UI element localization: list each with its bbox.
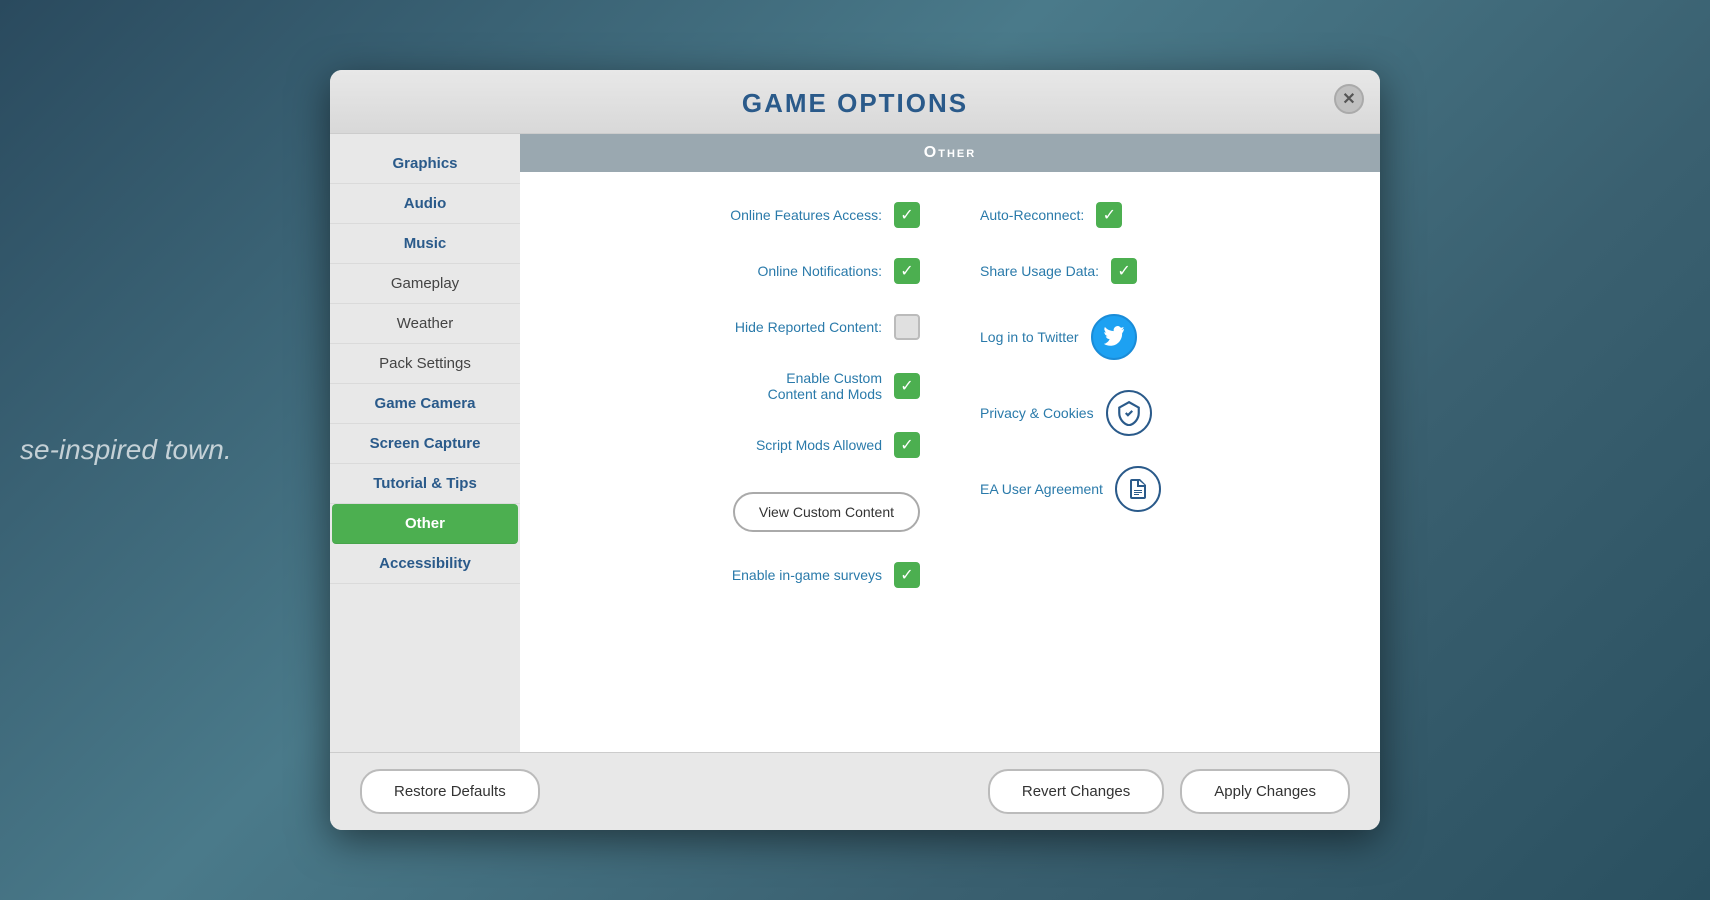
auto-reconnect-checkbox[interactable]: ✓ — [1096, 202, 1122, 228]
online-notifications-label: Online Notifications: — [757, 263, 882, 279]
online-features-row: Online Features Access: ✓ — [730, 202, 920, 228]
game-options-modal: Game Options ✕ Graphics Audio Music Game… — [330, 70, 1380, 830]
close-button[interactable]: ✕ — [1334, 84, 1364, 114]
auto-reconnect-row: Auto-Reconnect: ✓ — [980, 202, 1122, 228]
enable-custom-content-row: Enable CustomContent and Mods ✓ — [768, 370, 920, 402]
ea-user-agreement-button[interactable] — [1115, 466, 1161, 512]
log-twitter-button[interactable] — [1091, 314, 1137, 360]
online-notifications-row: Online Notifications: ✓ — [757, 258, 920, 284]
privacy-cookies-row: Privacy & Cookies — [980, 390, 1152, 436]
sidebar-item-tutorial-tips[interactable]: Tutorial & Tips — [330, 464, 520, 504]
hide-reported-checkbox[interactable] — [894, 314, 920, 340]
sidebar-item-accessibility[interactable]: Accessibility — [330, 544, 520, 584]
share-usage-checkbox[interactable]: ✓ — [1111, 258, 1137, 284]
content-area: Other Online Features Access: ✓ Online N… — [520, 134, 1380, 752]
enable-custom-content-label: Enable CustomContent and Mods — [768, 370, 882, 402]
enable-surveys-row: Enable in-game surveys ✓ — [732, 562, 920, 588]
sidebar-item-screen-capture[interactable]: Screen Capture — [330, 424, 520, 464]
auto-reconnect-label: Auto-Reconnect: — [980, 207, 1084, 223]
sidebar-item-game-camera[interactable]: Game Camera — [330, 384, 520, 424]
enable-custom-content-checkbox[interactable]: ✓ — [894, 373, 920, 399]
revert-changes-button[interactable]: Revert Changes — [988, 769, 1164, 814]
enable-surveys-checkbox[interactable]: ✓ — [894, 562, 920, 588]
right-column: Auto-Reconnect: ✓ Share Usage Data: ✓ Lo… — [960, 202, 1360, 722]
sidebar-item-graphics[interactable]: Graphics — [330, 144, 520, 184]
privacy-cookies-button[interactable] — [1106, 390, 1152, 436]
sidebar-item-other[interactable]: Other — [332, 504, 518, 544]
script-mods-row: Script Mods Allowed ✓ — [756, 432, 920, 458]
online-features-label: Online Features Access: — [730, 207, 882, 223]
content-body: Online Features Access: ✓ Online Notific… — [520, 172, 1380, 752]
log-twitter-label: Log in to Twitter — [980, 329, 1079, 345]
restore-defaults-button[interactable]: Restore Defaults — [360, 769, 540, 814]
footer-right-buttons: Revert Changes Apply Changes — [988, 769, 1350, 814]
sidebar-item-pack-settings[interactable]: Pack Settings — [330, 344, 520, 384]
view-custom-content-button[interactable]: View Custom Content — [733, 492, 920, 532]
enable-surveys-label: Enable in-game surveys — [732, 567, 882, 583]
share-usage-label: Share Usage Data: — [980, 263, 1099, 279]
content-header-title: Other — [924, 144, 976, 161]
modal-header: Game Options ✕ — [330, 70, 1380, 134]
sidebar-item-weather[interactable]: Weather — [330, 304, 520, 344]
share-usage-row: Share Usage Data: ✓ — [980, 258, 1137, 284]
hide-reported-label: Hide Reported Content: — [735, 319, 882, 335]
ea-user-agreement-label: EA User Agreement — [980, 481, 1103, 497]
shield-check-icon — [1116, 400, 1142, 426]
log-twitter-row: Log in to Twitter — [980, 314, 1137, 360]
online-features-checkbox[interactable]: ✓ — [894, 202, 920, 228]
hide-reported-row: Hide Reported Content: — [735, 314, 920, 340]
online-notifications-checkbox[interactable]: ✓ — [894, 258, 920, 284]
modal-footer: Restore Defaults Revert Changes Apply Ch… — [330, 752, 1380, 830]
document-icon — [1126, 477, 1150, 501]
sidebar-item-gameplay[interactable]: Gameplay — [330, 264, 520, 304]
content-header: Other — [520, 134, 1380, 172]
script-mods-checkbox[interactable]: ✓ — [894, 432, 920, 458]
modal-body: Graphics Audio Music Gameplay Weather Pa… — [330, 134, 1380, 752]
privacy-cookies-label: Privacy & Cookies — [980, 405, 1094, 421]
script-mods-label: Script Mods Allowed — [756, 437, 882, 453]
left-column: Online Features Access: ✓ Online Notific… — [540, 202, 940, 722]
sidebar: Graphics Audio Music Gameplay Weather Pa… — [330, 134, 520, 752]
apply-changes-button[interactable]: Apply Changes — [1180, 769, 1350, 814]
modal-title: Game Options — [742, 88, 968, 118]
sidebar-item-music[interactable]: Music — [330, 224, 520, 264]
ea-user-agreement-row: EA User Agreement — [980, 466, 1161, 512]
twitter-icon — [1103, 326, 1125, 348]
sidebar-item-audio[interactable]: Audio — [330, 184, 520, 224]
